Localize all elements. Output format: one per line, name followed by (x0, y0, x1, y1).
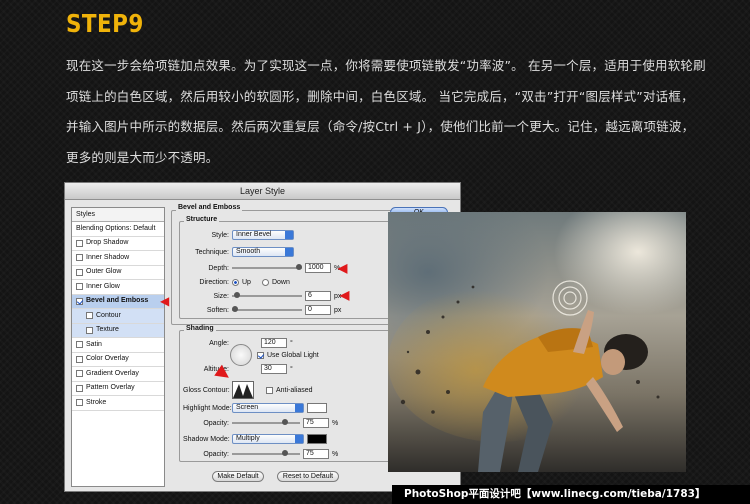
checkbox[interactable] (76, 239, 83, 247)
direction-up-radio[interactable] (232, 279, 239, 286)
checkbox-checked[interactable] (76, 297, 83, 305)
slider-knob[interactable] (234, 292, 240, 298)
shadow-opacity-slider[interactable] (232, 450, 300, 456)
size-slider[interactable] (232, 292, 302, 298)
direction-down-radio[interactable] (261, 279, 269, 286)
shading-title: Shading (184, 325, 216, 332)
size-input[interactable]: 6 (305, 291, 331, 301)
step-description: 现在这一步会给项链加点效果。为了实现这一点，你将需要使项链散发“功率波”。 在另… (66, 58, 706, 165)
slider-knob[interactable] (282, 419, 288, 425)
checkbox[interactable] (76, 254, 83, 262)
structure-title: Structure (184, 216, 220, 223)
soften-input[interactable]: 0 (305, 305, 331, 315)
gloss-contour-swatch[interactable] (232, 381, 254, 399)
style-satin[interactable]: Satin (72, 338, 164, 353)
gloss-contour-row: Gloss Contour: Anti-aliased (183, 381, 313, 399)
altitude-row: Altitude: 30 ° (203, 364, 293, 374)
shadow-mode-select[interactable]: Multiply (232, 434, 304, 444)
checkbox[interactable] (76, 399, 83, 407)
style-bevel-emboss[interactable]: Bevel and Emboss (72, 294, 164, 309)
checkbox[interactable] (76, 268, 83, 276)
angle-dial[interactable] (230, 344, 252, 366)
shadow-color-swatch[interactable] (307, 434, 327, 444)
style-row: Style: Inner Bevel (183, 230, 294, 240)
red-arrow-icon: ◀ (340, 288, 350, 302)
style-color-overlay[interactable]: Color Overlay (72, 353, 164, 367)
highlight-opacity-slider[interactable] (232, 419, 300, 425)
style-drop-shadow[interactable]: Drop Shadow (72, 237, 164, 251)
highlight-opacity-row: Opacity: 75 % (203, 418, 339, 428)
make-default-button[interactable]: Make Default (212, 471, 264, 482)
highlight-color-swatch[interactable] (307, 403, 327, 413)
soften-row: Soften: 0 px (206, 305, 342, 315)
slider-knob[interactable] (282, 450, 288, 456)
style-pattern-overlay[interactable]: Pattern Overlay (72, 382, 164, 396)
styles-header[interactable]: Styles (72, 208, 164, 222)
style-gradient-overlay[interactable]: Gradient Overlay (72, 367, 164, 382)
angle-input[interactable]: 120 (261, 338, 287, 348)
style-select[interactable]: Inner Bevel (232, 230, 294, 240)
technique-row: Technique: Smooth (183, 247, 294, 257)
red-arrow-icon: ◀ (160, 294, 170, 308)
checkbox[interactable] (76, 283, 83, 291)
bevel-group-title: Bevel and Emboss (176, 204, 243, 211)
footer-watermark: PhotoShop平面设计吧【www.linecg.com/tieba/1783… (392, 485, 750, 504)
checkbox[interactable] (86, 326, 93, 334)
red-arrow-icon: ◀ (338, 261, 348, 275)
shadow-opacity-row: Opacity: 75 % (203, 449, 339, 459)
slider-knob[interactable] (232, 306, 238, 312)
highlight-mode-select[interactable]: Screen (232, 403, 304, 413)
dialog-title: Layer Style (65, 183, 460, 200)
dancer-illustration (388, 280, 660, 472)
style-blending-options[interactable]: Blending Options: Default (72, 222, 164, 237)
step-title: STEP9 (66, 9, 144, 38)
depth-row: Depth: 1000 % (208, 263, 341, 273)
checkbox[interactable] (76, 384, 83, 392)
style-outer-glow[interactable]: Outer Glow (72, 266, 164, 280)
anti-aliased-checkbox[interactable] (266, 386, 273, 394)
illustration-photo (388, 212, 686, 472)
styles-list: Styles Blending Options: Default Drop Sh… (71, 207, 165, 487)
style-inner-shadow[interactable]: Inner Shadow (72, 251, 164, 266)
style-texture[interactable]: Texture (72, 323, 164, 338)
technique-select[interactable]: Smooth (232, 247, 294, 257)
soften-slider[interactable] (232, 306, 302, 312)
shadow-mode-row: Shadow Mode: Multiply (183, 434, 327, 444)
highlight-opacity-input[interactable]: 75 (303, 418, 329, 428)
global-light-checkbox[interactable] (257, 352, 264, 359)
altitude-input[interactable]: 30 (261, 364, 287, 374)
reset-default-button[interactable]: Reset to Default (277, 471, 339, 482)
direction-row: Direction: Up Down (199, 279, 290, 286)
checkbox[interactable] (76, 355, 83, 363)
depth-slider[interactable] (232, 264, 302, 270)
global-light-row: Use Global Light (257, 352, 319, 359)
style-stroke[interactable]: Stroke (72, 396, 164, 411)
checkbox[interactable] (86, 312, 93, 320)
highlight-mode-row: Highlight Mode: Screen (183, 403, 327, 413)
slider-knob[interactable] (296, 264, 302, 270)
size-row: Size: 6 px (213, 291, 342, 301)
shadow-opacity-input[interactable]: 75 (303, 449, 329, 459)
checkbox[interactable] (76, 341, 83, 349)
style-contour[interactable]: Contour (72, 309, 164, 324)
style-inner-glow[interactable]: Inner Glow (72, 280, 164, 295)
checkbox[interactable] (76, 370, 83, 378)
depth-input[interactable]: 1000 (305, 263, 331, 273)
